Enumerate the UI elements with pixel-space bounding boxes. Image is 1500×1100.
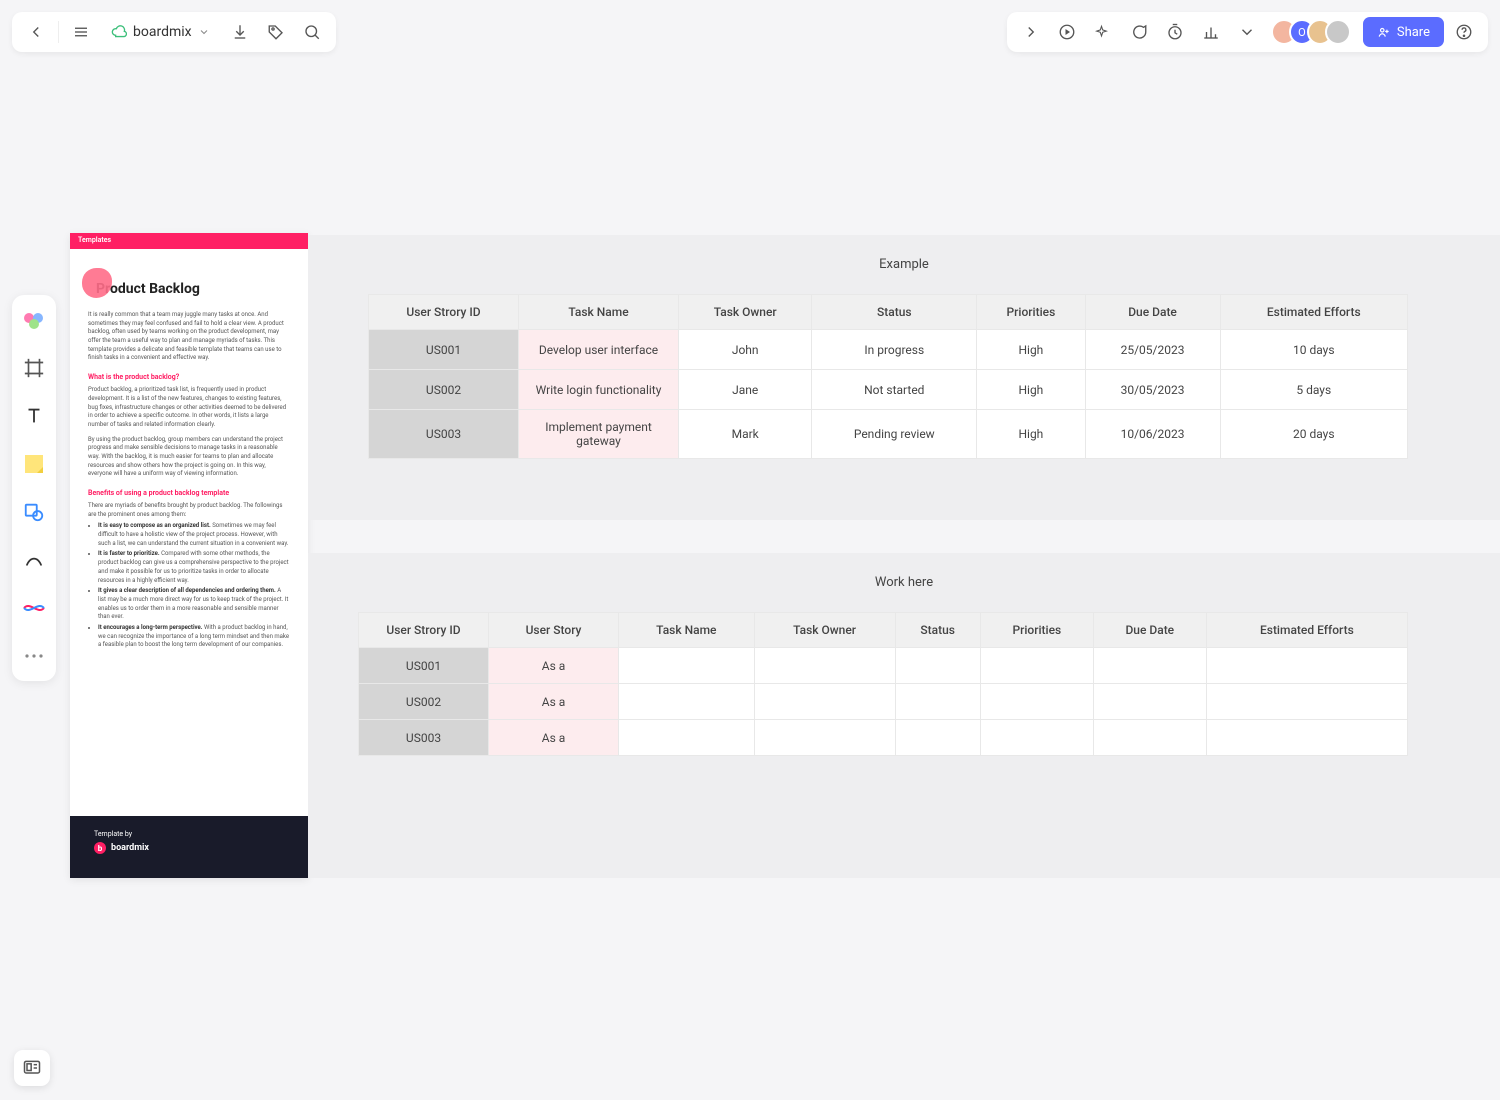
table-row[interactable]: US001 As a [359,648,1408,684]
table-row[interactable]: US001 Develop user interface John In pro… [369,330,1408,370]
card-p2: Product backlog, a prioritized task list… [88,386,290,429]
example-title: Example [308,235,1500,294]
work-panel[interactable]: Work here User Strory ID User Story Task… [308,553,1500,878]
table-row[interactable]: US002 Write login functionality Jane Not… [369,370,1408,410]
table-row[interactable]: US003 Implement payment gateway Mark Pen… [369,410,1408,459]
card-p4: There are myriads of benefits brought by… [88,502,290,519]
card-sub2: Benefits of using a product backlog temp… [88,489,290,497]
th: Task Owner [754,613,895,648]
th: Task Name [519,295,679,330]
th: User Strory ID [359,613,489,648]
footer-logo-icon: b [94,842,106,854]
table-row[interactable]: US003 As a [359,720,1408,756]
work-title: Work here [308,553,1500,612]
info-card[interactable]: Templates Product Backlog It is really c… [70,233,308,878]
th: User Story [489,613,619,648]
card-sub1: What is the product backlog? [88,373,290,381]
footer-label: Template by [94,830,308,838]
example-table[interactable]: User Strory ID Task Name Task Owner Stat… [368,294,1408,459]
card-footer: Template by b boardmix [70,816,308,878]
templates-banner: Templates [70,233,308,249]
table-row[interactable]: US002 As a [359,684,1408,720]
th: Estimated Efforts [1206,613,1407,648]
work-table[interactable]: User Strory ID User Story Task Name Task… [358,612,1408,756]
th: Due Date [1093,613,1206,648]
footer-brand: boardmix [111,843,149,853]
th: Status [895,613,980,648]
th: Priorities [977,295,1085,330]
th: Task Name [619,613,755,648]
canvas[interactable]: Templates Product Backlog It is really c… [0,0,1500,1100]
th: Priorities [980,613,1093,648]
card-p3: By using the product backlog, group memb… [88,436,290,479]
th: User Strory ID [369,295,519,330]
th: Status [812,295,977,330]
th: Task Owner [679,295,812,330]
card-intro: It is really common that a team may jugg… [88,311,290,363]
th: Estimated Efforts [1220,295,1407,330]
example-panel[interactable]: Example User Strory ID Task Name Task Ow… [308,235,1500,520]
th: Due Date [1085,295,1220,330]
benefits-list: It is easy to compose as an organized li… [88,522,290,650]
card-title: Product Backlog [96,281,290,297]
